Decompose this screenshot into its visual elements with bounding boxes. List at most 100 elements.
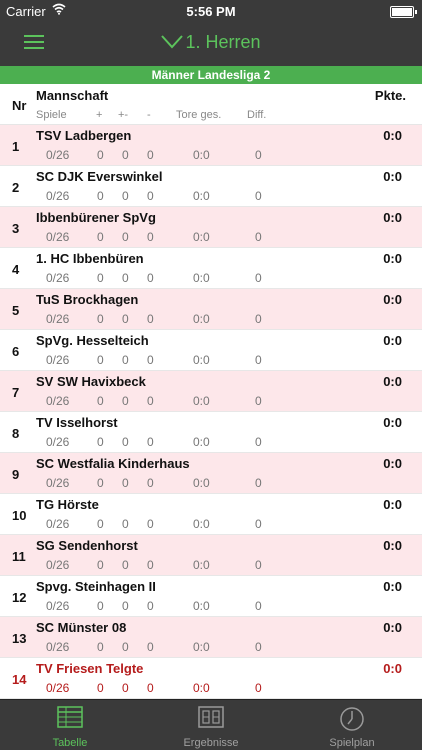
- row-plus: 0: [97, 353, 104, 367]
- row-rank: 5: [12, 303, 20, 318]
- row-plusminus: 0: [122, 435, 129, 449]
- row-plusminus: 0: [122, 312, 129, 326]
- table-row[interactable]: 2 SC DJK Everswinkel 0:0 0/26 0 0 0 0:0 0: [0, 166, 422, 207]
- row-games: 0/26: [46, 394, 70, 408]
- team-selector[interactable]: 1. Herren: [0, 32, 422, 54]
- row-rank: 4: [12, 262, 20, 277]
- row-points: 0:0: [383, 169, 402, 184]
- row-diff: 0: [255, 558, 262, 572]
- row-rank: 12: [12, 590, 27, 605]
- row-plus: 0: [97, 394, 104, 408]
- row-team-name: TG Hörste: [36, 497, 99, 512]
- header-points: Pkte.: [374, 88, 406, 103]
- tab-tabelle[interactable]: Tabelle: [0, 700, 140, 750]
- table-row[interactable]: 5 TuS Brockhagen 0:0 0/26 0 0 0 0:0 0: [0, 289, 422, 330]
- table-row[interactable]: 10 TG Hörste 0:0 0/26 0 0 0 0:0 0: [0, 494, 422, 535]
- row-plusminus: 0: [122, 599, 129, 613]
- row-diff: 0: [255, 599, 262, 613]
- row-team-name: TuS Brockhagen: [36, 292, 139, 307]
- row-minus: 0: [147, 189, 154, 203]
- table-row[interactable]: 9 SC Westfalia Kinderhaus 0:0 0/26 0 0 0 0:0 0: [0, 453, 422, 494]
- row-team-name: SC DJK Everswinkel: [36, 169, 163, 184]
- row-plus: 0: [97, 599, 104, 613]
- row-minus: 0: [147, 640, 154, 654]
- row-points: 0:0: [383, 292, 402, 307]
- table-row[interactable]: 14 TV Friesen Telgte 0:0 0/26 0 0 0 0:0 0: [0, 658, 422, 699]
- row-plusminus: 0: [122, 271, 129, 285]
- row-rank: 6: [12, 344, 20, 359]
- row-diff: 0: [255, 681, 262, 695]
- row-points: 0:0: [383, 497, 402, 512]
- row-plusminus: 0: [122, 558, 129, 572]
- row-team-name: 1. HC Ibbenbüren: [36, 251, 144, 266]
- row-minus: 0: [147, 312, 154, 326]
- scoreboard-icon: [198, 706, 224, 728]
- row-goals: 0:0: [193, 148, 210, 162]
- row-games: 0/26: [46, 230, 70, 244]
- row-goals: 0:0: [193, 517, 210, 531]
- row-plus: 0: [97, 312, 104, 326]
- row-points: 0:0: [383, 579, 402, 594]
- row-minus: 0: [147, 435, 154, 449]
- row-points: 0:0: [383, 620, 402, 635]
- row-plus: 0: [97, 148, 104, 162]
- row-goals: 0:0: [193, 640, 210, 654]
- row-goals: 0:0: [193, 312, 210, 326]
- row-points: 0:0: [383, 374, 402, 389]
- table-row[interactable]: 6 SpVg. Hesselteich 0:0 0/26 0 0 0 0:0 0: [0, 330, 422, 371]
- standings-table: 1 TSV Ladbergen 0:0 0/26 0 0 0 0:0 0 2 SC DJK Ever…: [0, 125, 422, 699]
- tab-spielplan[interactable]: Spielplan: [282, 700, 422, 750]
- table-row[interactable]: 11 SG Sendenhorst 0:0 0/26 0 0 0 0:0 0: [0, 535, 422, 576]
- row-games: 0/26: [46, 640, 70, 654]
- table-row[interactable]: 4 1. HC Ibbenbüren 0:0 0/26 0 0 0 0:0 0: [0, 248, 422, 289]
- row-rank: 3: [12, 221, 20, 236]
- row-plusminus: 0: [122, 148, 129, 162]
- table-row[interactable]: 12 Spvg. Steinhagen II 0:0 0/26 0 0 0 0:0 0: [0, 576, 422, 617]
- row-minus: 0: [147, 353, 154, 367]
- row-plus: 0: [97, 640, 104, 654]
- header-goals: Tore ges.: [176, 109, 222, 121]
- row-team-name: SC Münster 08: [36, 620, 127, 635]
- row-plusminus: 0: [122, 394, 129, 408]
- row-plusminus: 0: [122, 189, 129, 203]
- row-minus: 0: [147, 599, 154, 613]
- tab-ergebnisse[interactable]: Ergebnisse: [141, 700, 281, 750]
- row-team-name: TV Friesen Telgte: [36, 661, 144, 676]
- row-goals: 0:0: [193, 189, 210, 203]
- row-plusminus: 0: [122, 476, 129, 490]
- row-diff: 0: [255, 517, 262, 531]
- battery-icon: [390, 6, 417, 18]
- row-games: 0/26: [46, 353, 70, 367]
- row-team-name: Spvg. Steinhagen II: [36, 579, 156, 594]
- table-row[interactable]: 8 TV Isselhorst 0:0 0/26 0 0 0 0:0 0: [0, 412, 422, 453]
- league-banner: Männer Landesliga 2: [0, 66, 422, 84]
- table-row[interactable]: 1 TSV Ladbergen 0:0 0/26 0 0 0 0:0 0: [0, 125, 422, 166]
- row-plusminus: 0: [122, 640, 129, 654]
- row-diff: 0: [255, 435, 262, 449]
- row-points: 0:0: [383, 251, 402, 266]
- row-team-name: SpVg. Hesselteich: [36, 333, 149, 348]
- row-plus: 0: [97, 271, 104, 285]
- row-diff: 0: [255, 312, 262, 326]
- row-plusminus: 0: [122, 353, 129, 367]
- table-row[interactable]: 13 SC Münster 08 0:0 0/26 0 0 0 0:0 0: [0, 617, 422, 658]
- row-diff: 0: [255, 271, 262, 285]
- row-rank: 10: [12, 508, 27, 523]
- row-plus: 0: [97, 230, 104, 244]
- row-games: 0/26: [46, 189, 70, 203]
- row-minus: 0: [147, 230, 154, 244]
- table-icon: [57, 706, 83, 728]
- row-goals: 0:0: [193, 558, 210, 572]
- row-points: 0:0: [383, 538, 402, 553]
- row-games: 0/26: [46, 312, 70, 326]
- row-minus: 0: [147, 476, 154, 490]
- table-row[interactable]: 3 Ibbenbürener SpVg 0:0 0/26 0 0 0 0:0 0: [0, 207, 422, 248]
- page-title: 1. Herren: [185, 32, 261, 52]
- table-row[interactable]: 7 SV SW Havixbeck 0:0 0/26 0 0 0 0:0 0: [0, 371, 422, 412]
- row-plus: 0: [97, 681, 104, 695]
- row-plusminus: 0: [122, 230, 129, 244]
- row-diff: 0: [255, 353, 262, 367]
- row-games: 0/26: [46, 476, 70, 490]
- row-plus: 0: [97, 558, 104, 572]
- tab-label: Spielplan: [329, 737, 375, 749]
